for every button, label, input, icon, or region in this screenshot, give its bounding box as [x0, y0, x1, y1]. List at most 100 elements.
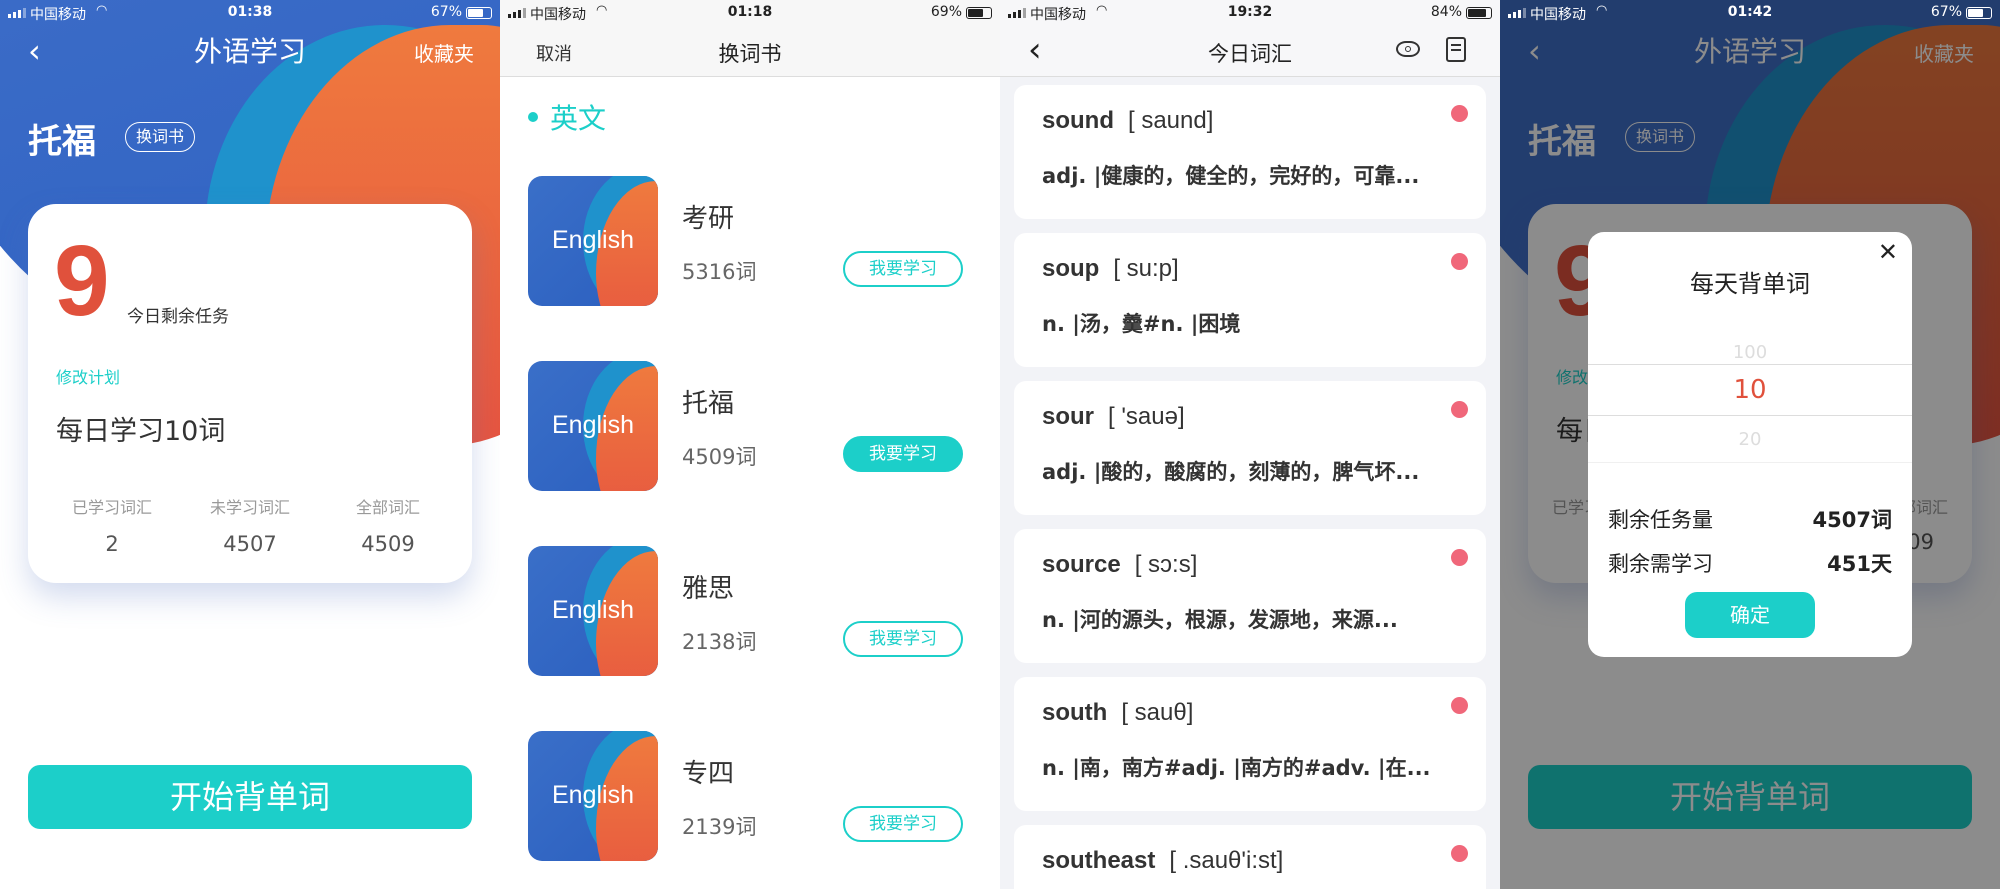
battery-icon [966, 7, 992, 19]
book-word-count: 5316词 [682, 260, 757, 284]
clock: 01:42 [1727, 4, 1773, 20]
section-title: 英文 [550, 102, 607, 135]
unlearned-dot-icon [1451, 105, 1468, 122]
status-bar: 中国移动 ◠ 01:18 69% [500, 0, 1000, 26]
confirm-button[interactable]: 确定 [1685, 592, 1815, 638]
status-bar: 中国移动 ◠ 19:32 84% [1000, 0, 1500, 26]
phonetic: [ sɔ:s] [1134, 551, 1198, 578]
stat-label: 已学习词汇 [71, 498, 152, 517]
book-word-count: 2139词 [682, 815, 757, 839]
modal-title: 每天背单词 [1690, 270, 1810, 298]
cover-title: English [552, 781, 634, 809]
bullet-icon [528, 112, 538, 122]
book-cover: English [528, 546, 658, 676]
definition: adj. |健康的，健全的，完好的，可靠... [1042, 164, 1420, 188]
book-cover: English [528, 731, 658, 861]
word: source [1042, 551, 1121, 578]
book-cover: English [528, 176, 658, 306]
change-book-screen: 中国移动 ◠ 01:18 69% 取消 换词书 英文 English 考研 53… [500, 0, 1000, 889]
word-card[interactable]: source [ sɔ:s] n. |河的源头，根源，发源地，来源... [1014, 529, 1486, 663]
picker-option[interactable]: 100 [1588, 342, 1912, 363]
close-icon[interactable]: ✕ [1878, 238, 1898, 266]
book-name: 考研 [682, 204, 735, 234]
status-bar: 中国移动 ◠ 01:42 67% [1500, 0, 2000, 26]
word: soup [1042, 255, 1100, 282]
today-words-screen: 中国移动 ◠ 19:32 84% ‹ 今日词汇 sound[ saund] ad… [1000, 0, 1500, 889]
book-name: 托福 [682, 389, 735, 419]
battery-percent: 67% [430, 4, 462, 20]
word: sour [1042, 403, 1095, 430]
page-title: 今日词汇 [1208, 42, 1292, 66]
unlearned-dot-icon [1451, 697, 1468, 714]
daily-plan: 每日学习10词 [56, 416, 226, 447]
word-list-view-icon[interactable] [1446, 37, 1466, 62]
stat-label: 未学习词汇 [209, 498, 290, 517]
stat-value: 2 [105, 532, 119, 556]
clock: 01:38 [227, 4, 273, 20]
word-card[interactable]: south [ sauθ] n. |南，南方#adj. |南方的#adv. |在.… [1014, 677, 1486, 811]
battery-icon [1466, 7, 1492, 19]
cover-title: English [552, 596, 634, 624]
battery-percent: 69% [930, 4, 962, 20]
stat-label: 全部词汇 [355, 498, 420, 517]
remaining-count: 9 [54, 225, 110, 337]
battery-percent: 67% [1930, 4, 1962, 20]
book-cover: English [528, 361, 658, 491]
battery-icon [1966, 7, 1992, 19]
book-name: 托福 [28, 122, 96, 162]
study-button[interactable]: 我要学习 [843, 621, 963, 657]
remaining-tasks-label: 剩余任务量 [1608, 508, 1713, 532]
divider [1588, 462, 1912, 463]
book-name: 专四 [682, 759, 735, 789]
home-screen: 中国移动 ◠ 01:38 67% ‹ 外语学习 收藏夹 托福 换词书 9 今日剩… [0, 0, 500, 889]
definition: n. |南，南方#adj. |南方的#adv. |在... [1042, 756, 1431, 780]
battery-percent: 84% [1430, 4, 1462, 20]
remaining-tasks-value: 4507词 [1812, 508, 1892, 532]
word: sound [1042, 107, 1114, 134]
unlearned-dot-icon [1451, 401, 1468, 418]
cover-title: English [552, 411, 634, 439]
start-button[interactable]: 开始背单词 [28, 765, 472, 829]
book-item: English 专四 2139词 我要学习 [528, 731, 978, 861]
word-card[interactable]: southeast [ .sauθ'i:st] [1014, 825, 1486, 889]
phonetic: [ .sauθ'i:st] [1169, 847, 1284, 874]
definition: n. |汤，羹#n. |困境 [1042, 312, 1241, 336]
word-card[interactable]: sound [ saund] adj. |健康的，健全的，完好的，可靠... [1014, 85, 1486, 219]
unlearned-dot-icon [1451, 549, 1468, 566]
definition: n. |河的源头，根源，发源地，来源... [1042, 608, 1398, 632]
plan-card: 9 今日剩余任务 修改计划 每日学习10词 已学习词汇 2 未学习词汇 4507 全… [28, 204, 472, 583]
word: south [1042, 699, 1108, 726]
page-title: 换词书 [718, 42, 782, 66]
eye-icon[interactable] [1396, 41, 1420, 57]
daily-goal-modal: ✕ 每天背单词 100 10 20 剩余任务量 4507词 剩余需学习 451天… [1588, 232, 1912, 657]
picker-selected[interactable]: 10 [1588, 364, 1912, 416]
picker-option[interactable]: 20 [1588, 429, 1912, 450]
daily-goal-screen: 托福 换词书 ‹ 外语学习 收藏夹 9 修改计划 每日学习10词 已学习词汇 全… [1500, 0, 2000, 889]
word-card[interactable]: soup [ su:p] n. |汤，羹#n. |困境 [1014, 233, 1486, 367]
unlearned-dot-icon [1451, 253, 1468, 270]
stats-row: 已学习词汇 2 未学习词汇 4507 全部词汇 4509 [28, 494, 472, 556]
book-word-count: 4509词 [682, 445, 757, 469]
phonetic: [ 'sauə] [1108, 403, 1185, 430]
study-button[interactable]: 我要学习 [843, 251, 963, 287]
clock: 01:18 [727, 4, 773, 20]
change-book-button[interactable]: 换词书 [125, 122, 196, 152]
book-name: 雅思 [682, 574, 735, 604]
cover-title: English [552, 226, 634, 254]
study-button[interactable]: 我要学习 [843, 806, 963, 842]
study-button[interactable]: 我要学习 [843, 436, 963, 472]
word-card[interactable]: sour [ 'sauə] adj. |酸的，酸腐的，刻薄的，脾气坏... [1014, 381, 1486, 515]
number-picker[interactable]: 100 10 20 [1588, 332, 1912, 462]
clock: 19:32 [1227, 4, 1273, 20]
edit-plan-link[interactable]: 修改计划 [56, 364, 120, 388]
stat-value: 4509 [361, 532, 415, 556]
phonetic: [ su:p] [1113, 255, 1179, 282]
definition: adj. |酸的，酸腐的，刻薄的，脾气坏... [1042, 460, 1420, 484]
book-word-count: 2138词 [682, 630, 757, 654]
remaining-label: 今日剩余任务 [127, 307, 229, 327]
phonetic: [ saund] [1128, 107, 1214, 134]
book-item: English 托福 4509词 我要学习 [528, 361, 978, 491]
book-item: English 考研 5316词 我要学习 [528, 176, 978, 306]
favorites-button[interactable]: 收藏夹 [414, 38, 474, 67]
book-item: English 雅思 2138词 我要学习 [528, 546, 978, 676]
